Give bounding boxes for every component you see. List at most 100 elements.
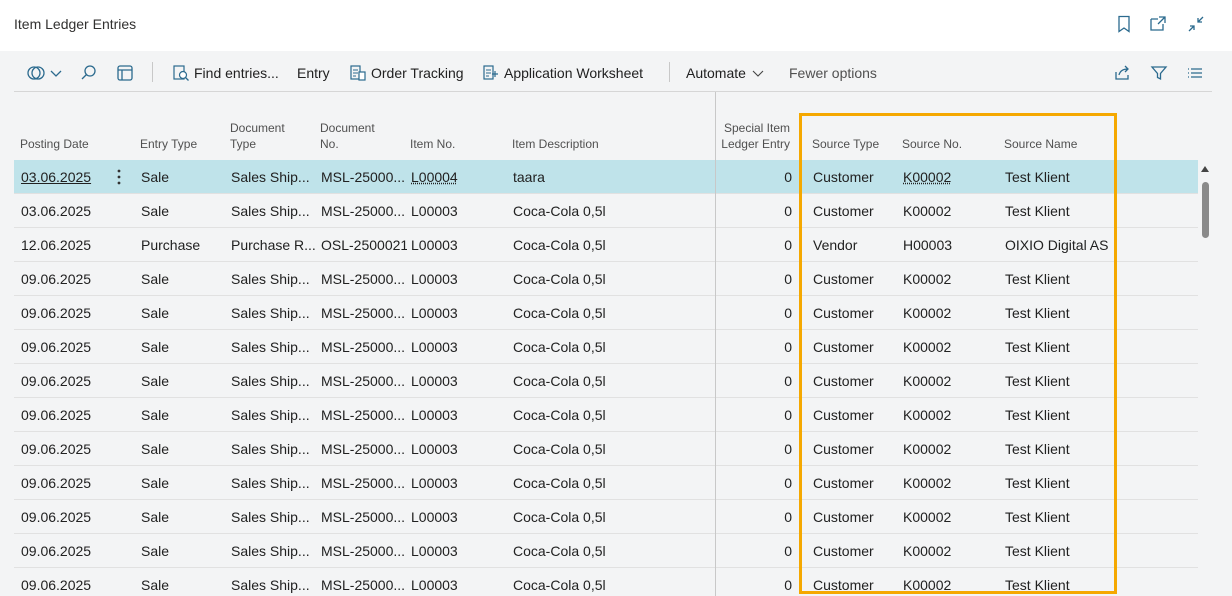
source-no-cell[interactable]: K00002: [903, 194, 993, 228]
fewer-options-button[interactable]: Fewer options: [789, 56, 877, 90]
document-no-cell[interactable]: MSL-25000...: [321, 296, 407, 330]
posting-date-cell[interactable]: 09.06.2025: [21, 262, 121, 296]
table-row[interactable]: 09.06.2025 Sale Sales Ship... MSL-25000... L…: [14, 296, 1198, 330]
show-details-button[interactable]: [116, 56, 134, 90]
document-no-cell[interactable]: OSL-2500021: [321, 228, 407, 262]
posting-date-cell[interactable]: 09.06.2025: [21, 398, 121, 432]
column-header-item-no[interactable]: Item No.: [410, 136, 455, 152]
posting-date-cell[interactable]: 09.06.2025: [21, 568, 121, 596]
source-no-cell[interactable]: K00002: [903, 160, 993, 194]
table-row[interactable]: 09.06.2025 Sale Sales Ship... MSL-25000... L…: [14, 398, 1198, 432]
document-no-cell[interactable]: MSL-25000...: [321, 398, 407, 432]
column-header-document-type[interactable]: Document Type: [230, 120, 285, 152]
vertical-scrollbar[interactable]: [1198, 160, 1212, 596]
document-no-cell[interactable]: MSL-25000...: [321, 364, 407, 398]
share-button[interactable]: [1113, 56, 1131, 90]
posting-date-cell[interactable]: 09.06.2025: [21, 500, 121, 534]
item-description-cell: Coca-Cola 0,5l: [513, 237, 606, 253]
item-no-cell[interactable]: L00003: [411, 534, 501, 568]
column-header-entry-type[interactable]: Entry Type: [140, 136, 197, 152]
table-row[interactable]: 09.06.2025 Sale Sales Ship... MSL-25000... L…: [14, 534, 1198, 568]
open-new-window-icon[interactable]: [1148, 14, 1168, 34]
source-no-cell[interactable]: K00002: [903, 466, 993, 500]
source-no-cell[interactable]: K00002: [903, 534, 993, 568]
document-no-cell[interactable]: MSL-25000...: [321, 534, 407, 568]
posting-date-cell[interactable]: 09.06.2025: [21, 534, 121, 568]
source-no-cell[interactable]: K00002: [903, 568, 993, 596]
column-header-special-item-ledger-entry[interactable]: Special Item Ledger Entry: [714, 120, 790, 152]
table-row[interactable]: 12.06.2025 Purchase Purchase R... OSL-25000…: [14, 228, 1198, 262]
item-no-cell[interactable]: L00003: [411, 500, 501, 534]
document-no-cell[interactable]: MSL-25000...: [321, 568, 407, 596]
find-entries-icon: [172, 64, 190, 82]
item-no-cell[interactable]: L00003: [411, 398, 501, 432]
source-no-cell[interactable]: K00002: [903, 364, 993, 398]
application-worksheet-button[interactable]: Application Worksheet: [482, 56, 643, 90]
source-no-cell[interactable]: K00002: [903, 432, 993, 466]
table-row[interactable]: 09.06.2025 Sale Sales Ship... MSL-25000... L…: [14, 432, 1198, 466]
filter-button[interactable]: [1150, 56, 1168, 90]
posting-date-cell[interactable]: 03.06.2025: [21, 194, 121, 228]
document-no-cell[interactable]: MSL-25000...: [321, 262, 407, 296]
bookmark-icon[interactable]: [1114, 14, 1134, 34]
scroll-up-icon[interactable]: [1201, 166, 1209, 172]
item-no-cell[interactable]: L00003: [411, 228, 501, 262]
posting-date-cell[interactable]: 03.06.2025: [21, 160, 121, 194]
table-row[interactable]: 09.06.2025 Sale Sales Ship... MSL-25000... L…: [14, 466, 1198, 500]
column-header-document-no[interactable]: Document No.: [320, 120, 375, 152]
entry-menu-button[interactable]: Entry: [297, 56, 330, 90]
source-no-cell[interactable]: K00002: [903, 330, 993, 364]
column-header-item-description[interactable]: Item Description: [512, 136, 599, 152]
document-no-cell[interactable]: MSL-25000...: [321, 330, 407, 364]
table-row[interactable]: 09.06.2025 Sale Sales Ship... MSL-25000... L…: [14, 262, 1198, 296]
table-row[interactable]: 09.06.2025 Sale Sales Ship... MSL-25000... L…: [14, 568, 1198, 596]
posting-date-cell[interactable]: 09.06.2025: [21, 330, 121, 364]
item-no-cell[interactable]: L00003: [411, 568, 501, 596]
document-no-cell[interactable]: MSL-25000...: [321, 194, 407, 228]
table-row[interactable]: 09.06.2025 Sale Sales Ship... MSL-25000... L…: [14, 500, 1198, 534]
table-row[interactable]: 09.06.2025 Sale Sales Ship... MSL-25000... L…: [14, 330, 1198, 364]
item-no-cell[interactable]: L00003: [411, 466, 501, 500]
collapse-icon[interactable]: [1186, 14, 1206, 34]
entry-type-cell: Sale: [141, 339, 170, 355]
document-no-cell[interactable]: MSL-25000...: [321, 466, 407, 500]
special-item-ledger-entry-cell: 0: [784, 475, 792, 491]
document-no-cell[interactable]: MSL-25000...: [321, 500, 407, 534]
item-no-cell[interactable]: L00003: [411, 330, 501, 364]
table-row[interactable]: 09.06.2025 Sale Sales Ship... MSL-25000... L…: [14, 364, 1198, 398]
search-button[interactable]: [80, 56, 98, 90]
document-no-cell[interactable]: MSL-25000...: [321, 432, 407, 466]
posting-date-cell[interactable]: 12.06.2025: [21, 228, 121, 262]
posting-date-cell[interactable]: 09.06.2025: [21, 466, 121, 500]
document-no-cell[interactable]: MSL-25000...: [321, 160, 407, 194]
posting-date-cell[interactable]: 09.06.2025: [21, 364, 121, 398]
find-entries-button[interactable]: Find entries...: [172, 56, 279, 90]
posting-date-cell[interactable]: 09.06.2025: [21, 432, 121, 466]
column-header-source-name[interactable]: Source Name: [1004, 136, 1077, 152]
source-no-cell[interactable]: K00002: [903, 296, 993, 330]
automate-menu-button[interactable]: Automate: [686, 56, 764, 90]
special-item-ledger-entry-cell: 0: [784, 339, 792, 355]
item-no-cell[interactable]: L00003: [411, 262, 501, 296]
source-no-cell[interactable]: H00003: [903, 228, 993, 262]
row-actions-icon[interactable]: [114, 168, 124, 186]
source-no-cell[interactable]: K00002: [903, 500, 993, 534]
source-no-cell[interactable]: K00002: [903, 398, 993, 432]
order-tracking-button[interactable]: Order Tracking: [349, 56, 464, 90]
posting-date-cell[interactable]: 09.06.2025: [21, 296, 121, 330]
item-no-cell[interactable]: L00003: [411, 364, 501, 398]
item-no-cell[interactable]: L00003: [411, 432, 501, 466]
table-row[interactable]: 03.06.2025 Sale Sales Ship... MSL-25000... L…: [14, 194, 1198, 228]
scrollbar-thumb[interactable]: [1202, 182, 1209, 238]
source-no-cell[interactable]: K00002: [903, 262, 993, 296]
table-row[interactable]: 03.06.2025 Sale Sales Ship... MSL-25000... L…: [14, 160, 1198, 194]
column-header-source-type[interactable]: Source Type: [812, 136, 879, 152]
list-view-button[interactable]: [1186, 56, 1204, 90]
item-no-cell[interactable]: L00003: [411, 296, 501, 330]
views-button[interactable]: [26, 56, 62, 90]
column-header-posting-date[interactable]: Posting Date: [20, 136, 89, 152]
special-item-ledger-entry-cell: 0: [784, 203, 792, 219]
item-no-cell[interactable]: L00003: [411, 194, 501, 228]
item-no-cell[interactable]: L00004: [411, 160, 501, 194]
column-header-source-no[interactable]: Source No.: [902, 136, 962, 152]
